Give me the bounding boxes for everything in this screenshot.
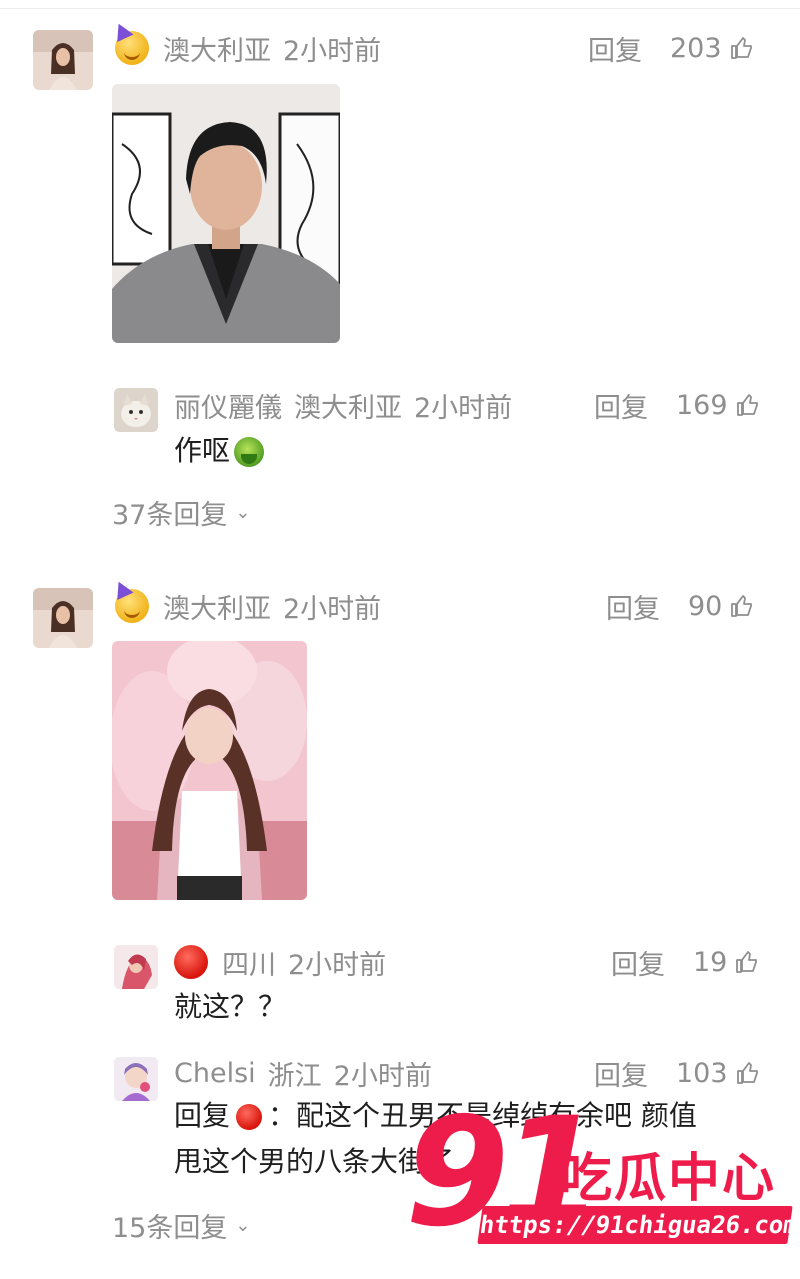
more-replies-label: 37条回复: [112, 500, 228, 531]
thumbs-up-icon[interactable]: [730, 36, 754, 60]
watermark: 91 吃瓜中心 https://91chigua26.com: [405, 1098, 800, 1258]
reply-text-content: 作呕: [174, 434, 231, 467]
reply-button[interactable]: 回复: [611, 943, 665, 982]
like-count: 169: [676, 389, 728, 421]
location: 澳大利亚: [163, 35, 271, 67]
reply-avatar[interactable]: [114, 945, 158, 989]
watermark-url: https://91chigua26.com: [477, 1206, 800, 1244]
comment-meta: 澳大利亚 2小时前: [110, 19, 382, 68]
like-count: 103: [676, 1057, 728, 1089]
timestamp: 2小时前: [414, 392, 513, 424]
more-replies-toggle[interactable]: 15条回复 ⌄: [112, 1206, 250, 1245]
reply-prefix: 回复: [174, 1099, 231, 1132]
location: 澳大利亚: [163, 593, 271, 625]
party-face-emoji-icon: [110, 577, 149, 623]
thumbs-up-icon[interactable]: [736, 1061, 760, 1085]
like-count: 19: [693, 946, 728, 978]
location: 四川: [222, 949, 276, 981]
reply-avatar[interactable]: [114, 1057, 158, 1101]
comment-image[interactable]: [112, 641, 307, 900]
vomiting-face-emoji-icon: [234, 437, 265, 467]
comment-actions: 回复 203: [588, 28, 754, 68]
thumbs-up-icon[interactable]: [735, 950, 759, 974]
reply-actions: 回复 103: [594, 1053, 760, 1093]
red-circle-emoji-icon: [174, 945, 208, 979]
reply-meta: 丽仪麗儀 澳大利亚 2小时前: [174, 385, 512, 425]
like-count: 203: [670, 32, 722, 64]
reply-text: 作呕: [174, 428, 265, 474]
comment-meta: 澳大利亚 2小时前: [110, 577, 382, 626]
chevron-down-icon: ⌄: [235, 502, 251, 523]
reply-text: 就这？？: [174, 990, 287, 1023]
comment-actions: 回复 90: [606, 586, 754, 626]
more-replies-label: 15条回复: [112, 1213, 228, 1244]
username[interactable]: Chelsi: [174, 1058, 256, 1089]
chevron-down-icon: ⌄: [235, 1215, 251, 1236]
timestamp: 2小时前: [288, 949, 387, 981]
watermark-title: 吃瓜中心: [560, 1149, 777, 1209]
party-face-emoji-icon: [110, 19, 149, 65]
reply-actions: 回复 169: [594, 385, 760, 425]
reply-button[interactable]: 回复: [606, 587, 660, 626]
reply-button[interactable]: 回复: [594, 1054, 648, 1093]
top-divider: [0, 8, 800, 9]
reply-button[interactable]: 回复: [594, 386, 648, 425]
more-replies-toggle[interactable]: 37条回复 ⌄: [112, 493, 250, 532]
avatar[interactable]: [33, 588, 93, 648]
avatar[interactable]: [33, 30, 93, 90]
username[interactable]: 丽仪麗儀: [174, 386, 282, 425]
location: 浙江: [267, 1060, 322, 1092]
timestamp: 2小时前: [283, 593, 382, 625]
reply-meta: 四川 2小时前: [174, 942, 386, 982]
red-circle-emoji-icon: [236, 1104, 263, 1130]
thumbs-up-icon[interactable]: [730, 594, 754, 618]
reply-meta: Chelsi 浙江 2小时前: [174, 1053, 432, 1093]
comment-image[interactable]: [112, 84, 340, 343]
reply-button[interactable]: 回复: [588, 29, 642, 68]
reply-actions: 回复 19: [611, 942, 759, 982]
location: 澳大利亚: [294, 392, 402, 424]
thumbs-up-icon[interactable]: [736, 393, 760, 417]
reply-avatar[interactable]: [114, 388, 158, 432]
like-count: 90: [688, 590, 723, 622]
timestamp: 2小时前: [283, 35, 382, 67]
